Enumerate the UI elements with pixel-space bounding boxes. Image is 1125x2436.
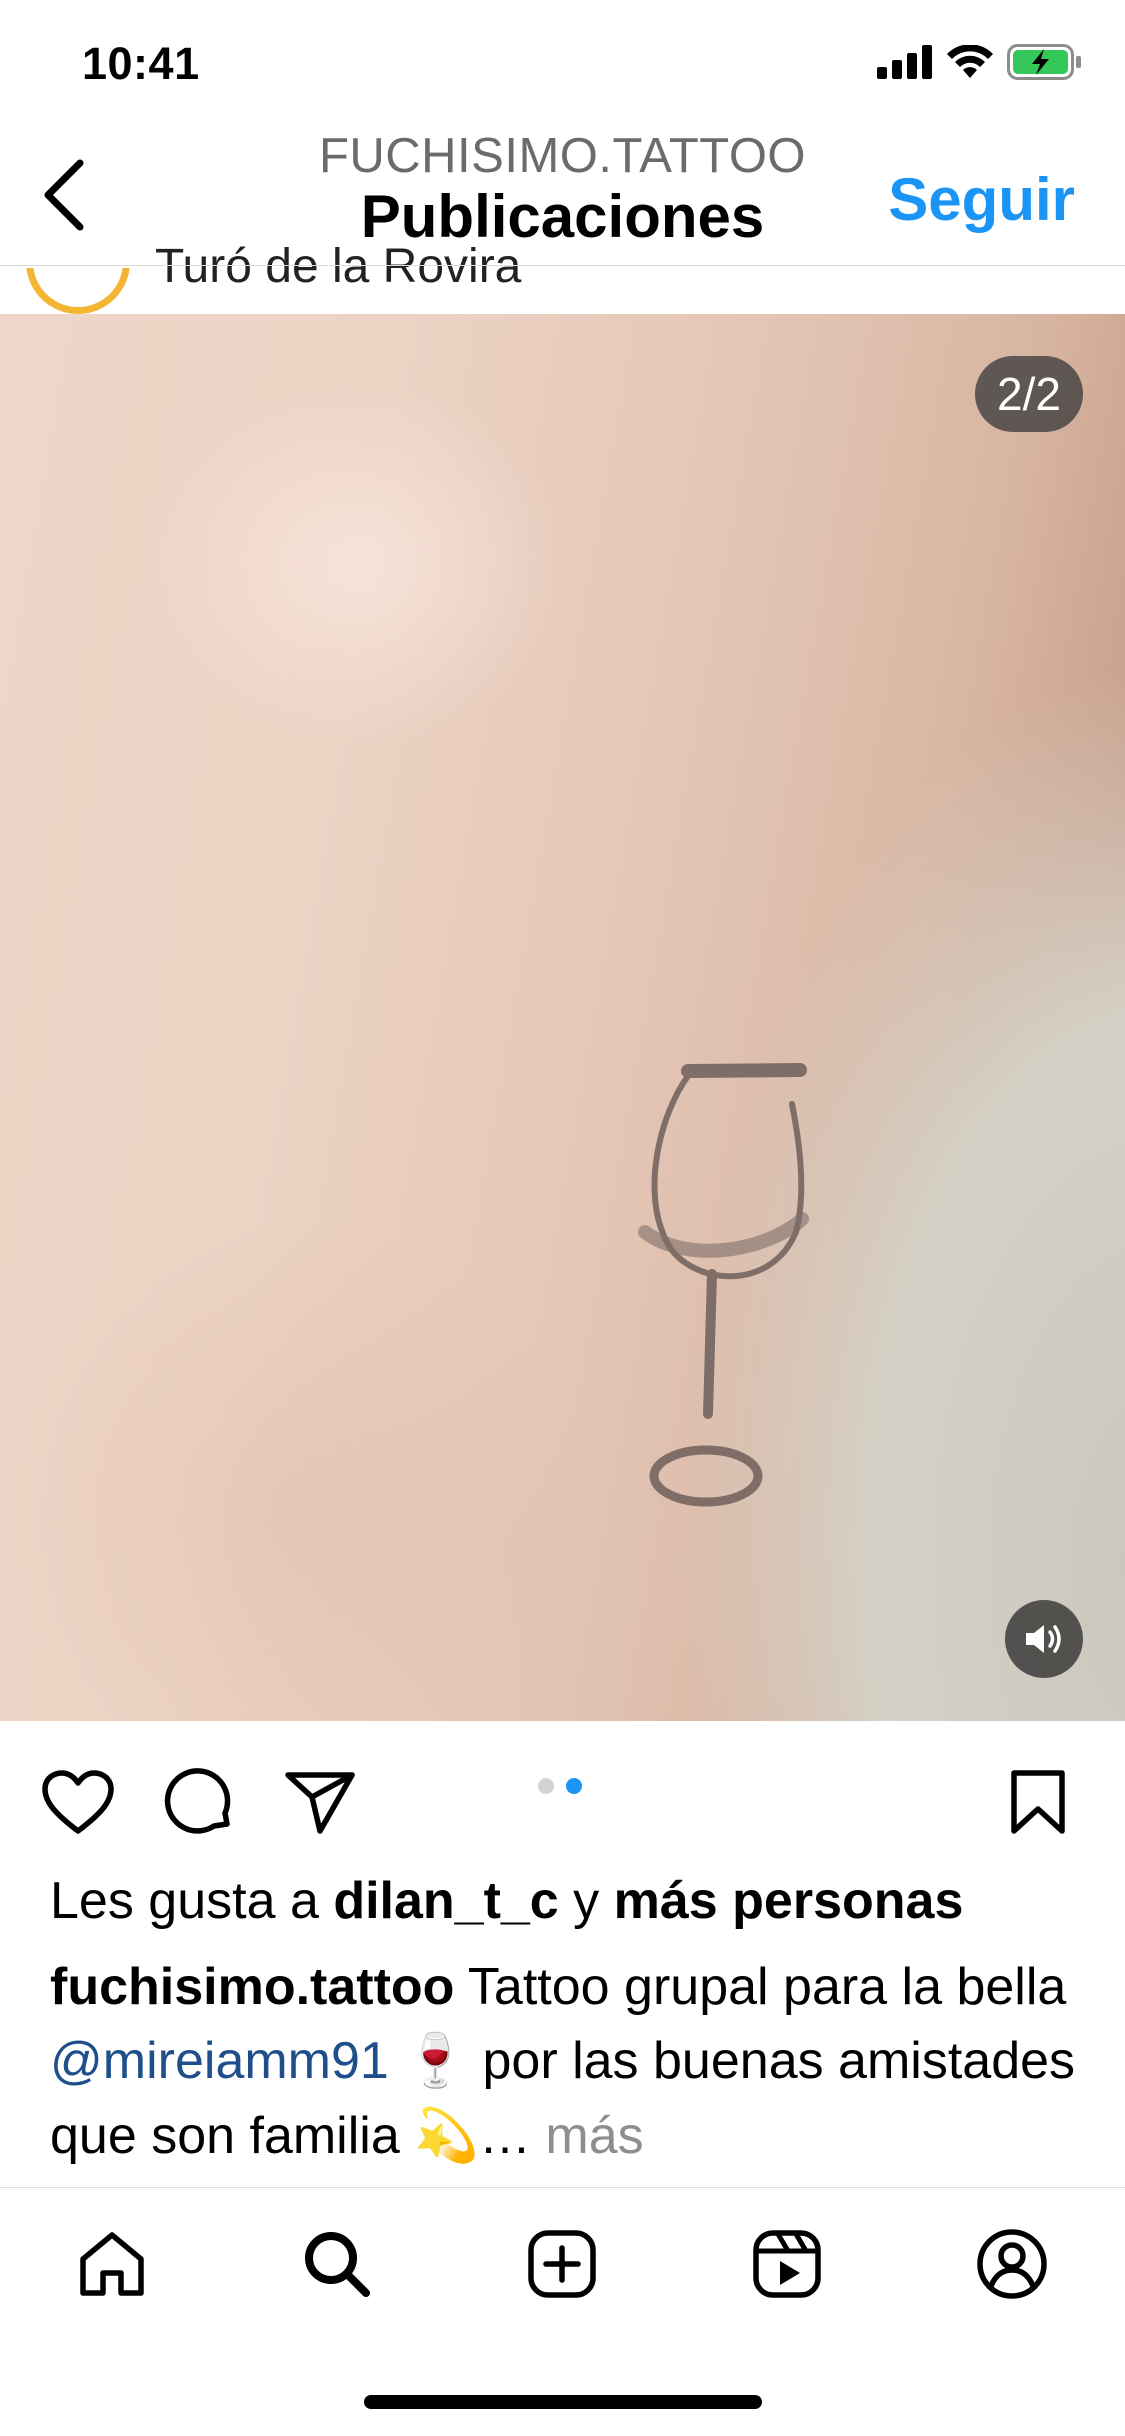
home-icon: [80, 2232, 144, 2296]
follow-button[interactable]: Seguir: [888, 165, 1075, 234]
header-divider: [0, 265, 1125, 266]
status-icons: [877, 44, 1083, 80]
status-time: 10:41: [82, 38, 200, 89]
nav-title-block: FUCHISIMO.TATTOO Publicaciones: [250, 129, 875, 250]
bookmark-icon: [1011, 1770, 1065, 1834]
tab-bar-divider: [0, 2187, 1125, 2188]
caption-mention[interactable]: @mireiamm91: [50, 2032, 389, 2090]
likes-summary[interactable]: Les gusta a dilan_t_c y más personas: [50, 1870, 963, 1932]
liker-username[interactable]: dilan_t_c: [333, 1872, 558, 1930]
battery-charging-icon: [1007, 44, 1081, 80]
chevron-left-icon: [44, 159, 84, 231]
comment-icon: [164, 1768, 231, 1834]
carousel-dot-active: [566, 1778, 582, 1794]
sparkle-emoji: 💫: [414, 2106, 479, 2165]
post-caption: fuchisimo.tattoo Tattoo grupal para la b…: [50, 1958, 1076, 2165]
wine-glass-tattoo: [638, 1063, 809, 1507]
post-location[interactable]: Turó de la Rovira: [155, 243, 521, 291]
tab-home[interactable]: [70, 2222, 154, 2306]
tab-profile[interactable]: [970, 2222, 1054, 2306]
wifi-icon: [947, 45, 993, 78]
wine-emoji: 🍷: [388, 2032, 483, 2091]
speaker-icon: [1026, 1625, 1061, 1653]
caption-username[interactable]: fuchisimo.tattoo: [50, 1958, 454, 2016]
sound-button[interactable]: [1005, 1600, 1083, 1678]
carousel-indicator: [538, 1778, 582, 1794]
likes-others[interactable]: más personas: [614, 1872, 964, 1930]
account-name: FUCHISIMO.TATTOO: [318, 129, 807, 183]
caption-more-link[interactable]: más: [545, 2107, 643, 2165]
like-button[interactable]: [36, 1760, 120, 1844]
share-icon: [285, 1772, 355, 1834]
home-indicator[interactable]: [364, 2395, 762, 2409]
tab-search[interactable]: [295, 2222, 379, 2306]
create-icon: [528, 2230, 596, 2298]
signal-icon: [877, 45, 932, 79]
tab-create[interactable]: [520, 2222, 604, 2306]
profile-icon: [977, 2229, 1047, 2299]
comment-button[interactable]: [157, 1760, 241, 1844]
carousel-dot: [538, 1778, 554, 1794]
media-counter: 2/2: [975, 356, 1083, 432]
tab-reels[interactable]: [745, 2222, 829, 2306]
save-button[interactable]: [996, 1760, 1080, 1844]
page-title: Publicaciones: [360, 183, 765, 250]
back-button[interactable]: [24, 150, 104, 240]
heart-icon: [42, 1770, 114, 1834]
search-icon: [305, 2232, 370, 2297]
share-button[interactable]: [278, 1760, 362, 1844]
reels-icon: [753, 2230, 821, 2298]
post-photo[interactable]: [0, 314, 1125, 1721]
